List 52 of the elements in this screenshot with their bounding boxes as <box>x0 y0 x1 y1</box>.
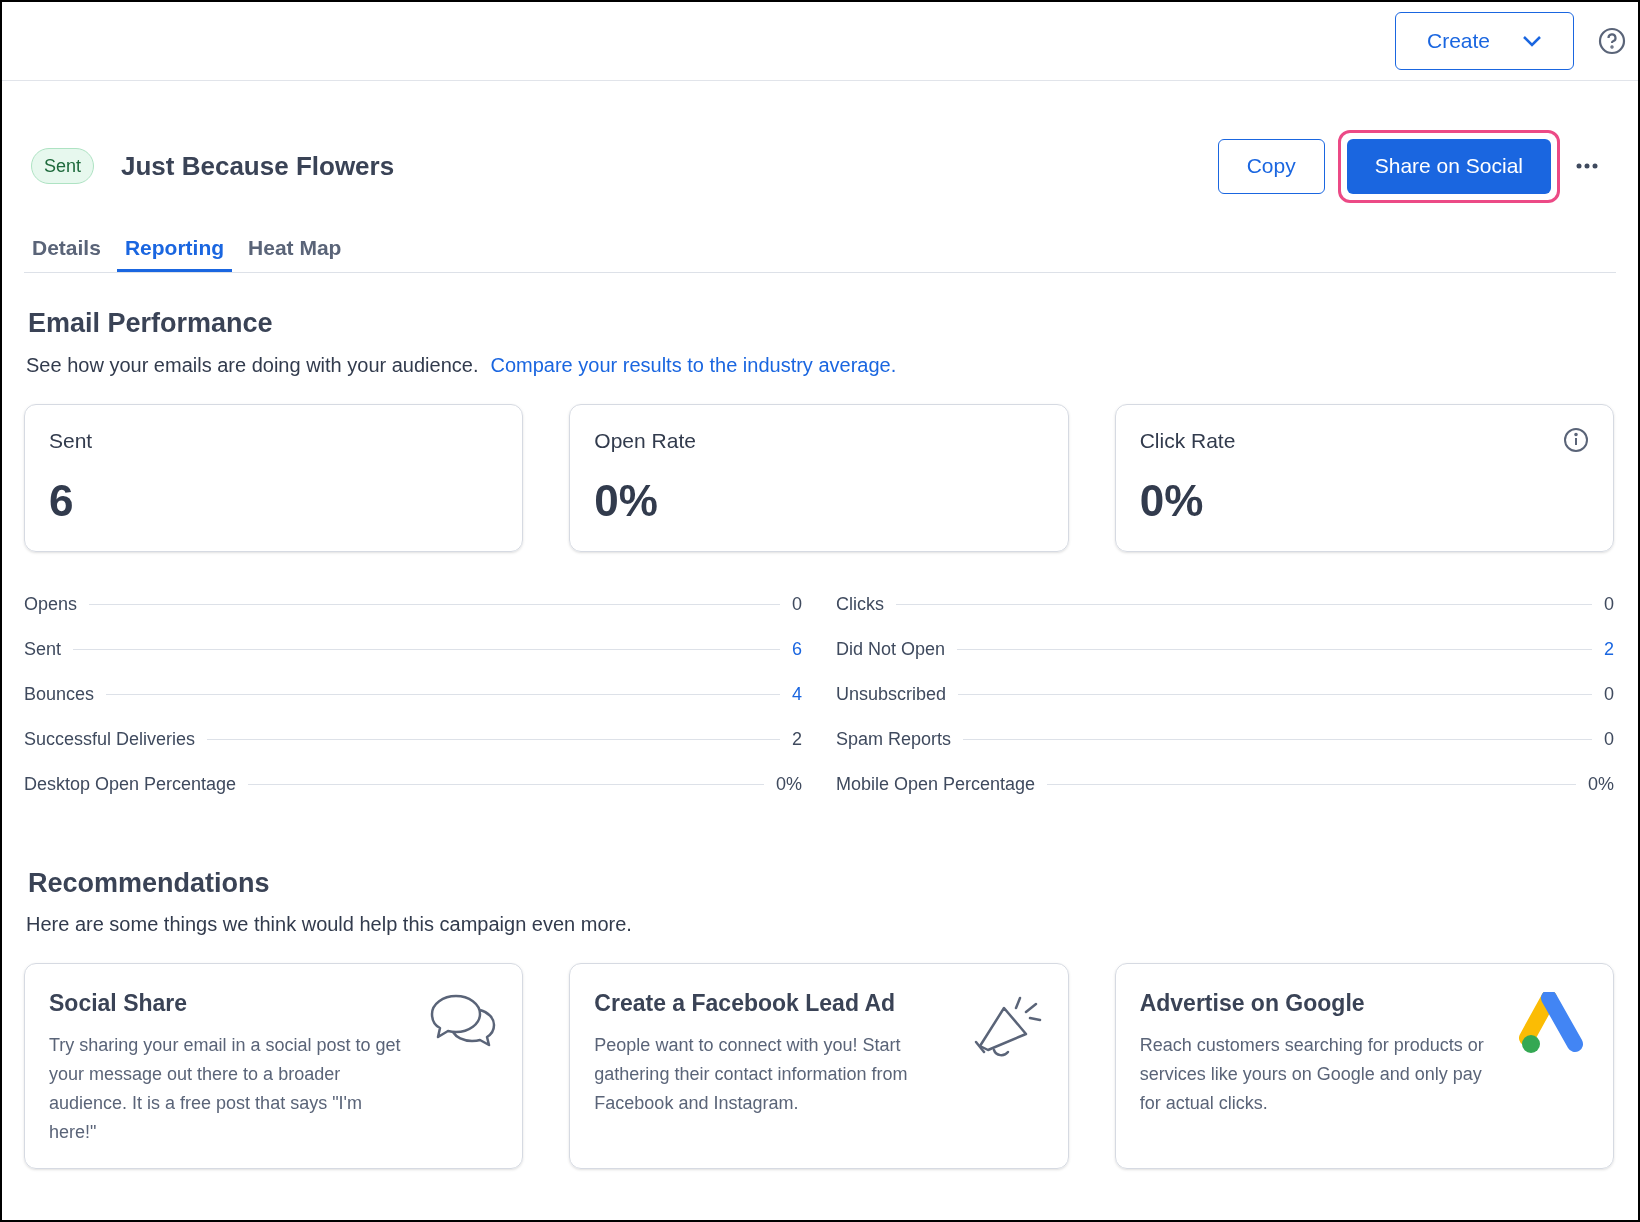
stat-value: 0% <box>1588 772 1614 796</box>
stat-label: Desktop Open Percentage <box>24 772 237 796</box>
stat-value[interactable]: 6 <box>792 635 802 663</box>
copy-button[interactable]: Copy <box>1217 138 1325 194</box>
chevron-down-icon <box>1522 35 1542 47</box>
recommendation-title: Create a Facebook Lead Ad <box>594 989 897 1018</box>
stat-value: 0 <box>1604 727 1614 751</box>
stat-label: Bounces <box>24 682 95 706</box>
stat-label: Sent <box>24 637 62 661</box>
stat-value[interactable]: 4 <box>792 680 802 708</box>
metric-label: Click Rate <box>1139 427 1236 454</box>
tab[interactable]: Details <box>24 226 109 272</box>
tab[interactable]: Heat Map <box>240 226 350 272</box>
stat-label: Mobile Open Percentage <box>836 772 1036 796</box>
stat-label: Spam Reports <box>836 727 952 751</box>
recommendation-card[interactable]: Advertise on Google Reach customers searching for products or services like yours on Google and only pay for actual clicks. <box>1114 963 1614 1169</box>
help-icon[interactable] <box>1598 27 1626 55</box>
recommendation-card[interactable]: Create a Facebook Lead Ad People want to connect with you! Start gathering their contact information from Facebook and Instagram. <box>569 963 1069 1169</box>
stat-value: 0 <box>1604 592 1614 616</box>
info-icon[interactable] <box>1563 427 1589 454</box>
more-options-icon[interactable] <box>1576 163 1598 169</box>
metric-value: 0% <box>594 475 659 527</box>
section-description: See how your emails are doing with your audience. <box>26 352 479 378</box>
section-description: Here are some things we think would help this campaign even more. <box>26 912 633 937</box>
stat-label: Did Not Open <box>836 637 946 661</box>
stat-value: 2 <box>792 727 802 751</box>
stat-label: Unsubscribed <box>836 682 947 706</box>
stat-value: 0 <box>792 592 802 616</box>
stat-value: 0 <box>1604 682 1614 706</box>
status-badge: Sent <box>31 148 95 184</box>
stat-label: Opens <box>24 592 78 616</box>
campaign-title: Just Because Flowers <box>121 149 395 183</box>
recommendation-title: Advertise on Google <box>1139 989 1366 1018</box>
recommendation-text: People want to connect with you! Start gathering their contact information from Facebook and Instagram. <box>594 1033 909 1115</box>
stat-label: Successful Deliveries <box>24 727 196 751</box>
section-heading: Email Performance <box>28 307 274 340</box>
section-heading: Recommendations <box>28 866 271 900</box>
stat-value: 0% <box>776 772 802 796</box>
share-button[interactable]: Share on Social <box>1346 138 1551 194</box>
industry-average-link[interactable]: Compare your results to the industry average. <box>490 349 897 380</box>
recommendation-text: Reach customers searching for products or services like yours on Google and only pay for actual clicks. <box>1139 1033 1485 1115</box>
create-dropdown-button[interactable]: Create <box>1395 12 1574 70</box>
metric-value: 6 <box>49 475 75 527</box>
metric-label: Open Rate <box>594 427 696 454</box>
stat-value[interactable]: 2 <box>1604 635 1614 663</box>
tab[interactable]: Reporting <box>116 226 233 272</box>
metric-label: Sent <box>49 427 93 454</box>
stat-label: Clicks <box>836 592 884 616</box>
recommendation-title: Social Share <box>49 989 189 1018</box>
metric-value: 0% <box>1139 475 1205 527</box>
recommendation-text: Try sharing your email in a social post to get your message out there to a broader audience. It is a free post that says "I'm here!" <box>49 1033 402 1144</box>
recommendation-card[interactable]: Social Share Try sharing your email in a social post to get your message out there to a broader audience. It is a free post that says "I'm here!" <box>24 963 524 1169</box>
